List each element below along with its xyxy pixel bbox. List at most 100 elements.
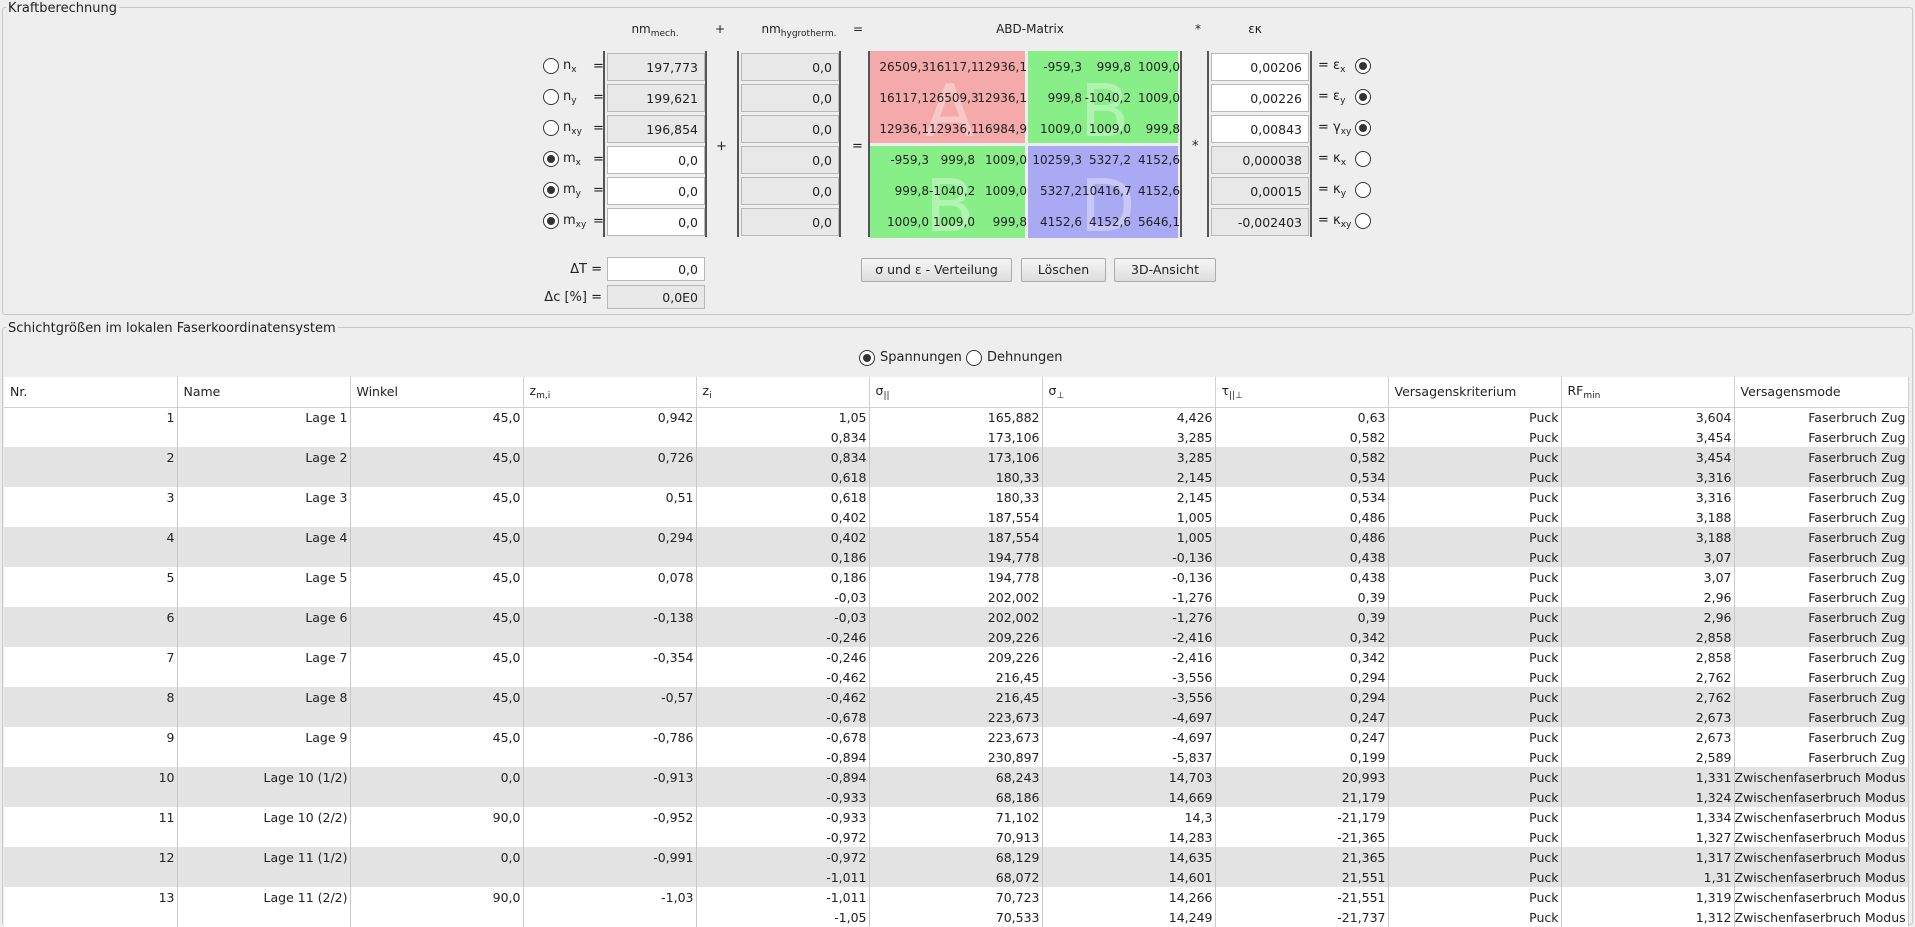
table-row[interactable]: 1 Lage 1 45,0 0,942 1,05 165,882 4,426 0,63 Puck… [4,407,1909,427]
table-row[interactable]: 8 Lage 8 45,0 -0,57 -0,462 216,45 -3,556 0,294 P… [4,687,1909,707]
column-header[interactable]: Name [177,377,351,408]
mech-load-input[interactable]: 0,0 [607,208,705,236]
column-header[interactable]: Nr. [4,377,178,408]
strain-select-radio[interactable] [1355,151,1371,167]
strain-curvature-value[interactable]: 0,00226 [1211,84,1309,112]
table-row[interactable]: 12 Lage 11 (1/2) 0,0 -0,991 -0,972 68,129 14,6… [4,847,1909,867]
table-cell: Lage 10 (2/2) [177,807,351,827]
table-row[interactable]: 3 Lage 3 45,0 0,51 0,618 180,33 2,145 0,534 Puck… [4,487,1909,507]
table-cell: Lage 8 [177,687,351,707]
abd-matrix-cell: 10259,3 [1032,153,1082,167]
table-cell [177,667,351,687]
clear-button[interactable]: Löschen [1021,258,1106,282]
strain-curvature-value[interactable]: 0,00206 [1211,53,1309,81]
table-cell: 0,582 [1215,427,1389,447]
table-cell: -1,03 [523,887,697,907]
column-header[interactable]: zi [696,377,870,408]
strain-select-radio[interactable] [1355,213,1371,229]
strains-radio[interactable] [966,350,982,366]
load-select-radio[interactable] [543,120,559,136]
mech-load-input[interactable]: 0,0 [607,146,705,174]
strain-select-radio[interactable] [1355,89,1371,105]
mech-bracket-right [705,51,707,237]
table-cell: 0,834 [696,447,870,467]
table-row[interactable]: -0,933 68,186 14,669 21,179 Puck 1,324 Zwische… [4,787,1909,807]
table-row[interactable]: 5 Lage 5 45,0 0,078 0,186 194,778 -0,136 0,438 P… [4,567,1909,587]
table-row[interactable]: 6 Lage 6 45,0 -0,138 -0,03 202,002 -1,276 0,39 P… [4,607,1909,627]
table-row[interactable]: 7 Lage 7 45,0 -0,354 -0,246 209,226 -2,416 0,34… [4,647,1909,667]
column-header[interactable]: Winkel [350,377,524,408]
column-header[interactable]: Versagenskriterium [1388,377,1562,408]
hygro-load-input[interactable]: 0,0 [741,208,839,236]
load-select-radio[interactable] [543,89,559,105]
table-cell: 45,0 [350,407,524,427]
abd-matrix-cell: 12936,1 [977,91,1027,105]
table-row[interactable]: 13 Lage 11 (2/2) 90,0 -1,03 -1,011 70,723 14,2… [4,887,1909,907]
strain-select-radio[interactable] [1355,182,1371,198]
delta-t-input[interactable]: 0,0 [607,257,705,281]
hygro-load-input[interactable]: 0,0 [741,84,839,112]
column-header[interactable]: zm,i [523,377,697,408]
stresses-radio-label[interactable]: Spannungen [880,350,962,366]
table-cell: Lage 6 [177,607,351,627]
table-row[interactable]: -0,972 70,913 14,283 -21,365 Puck 1,327 Zwisch… [4,827,1909,847]
strains-radio-label[interactable]: Dehnungen [987,350,1062,366]
table-cell: Zwischenfaserbruch Modus A [1734,867,1909,887]
table-row[interactable]: -0,678 223,673 -4,697 0,247 Puck 2,673 Faserbr… [4,707,1909,727]
hygro-load-input[interactable]: 0,0 [741,53,839,81]
equals-sign: = [593,90,604,105]
table-row[interactable]: 0,186 194,778 -0,136 0,438 Puck 3,07 Faserbruc… [4,547,1909,567]
table-row[interactable]: -1,011 68,072 14,601 21,551 Puck 1,31 Zwischen… [4,867,1909,887]
table-row[interactable]: 0,618 180,33 2,145 0,534 Puck 3,316 Faserbruch… [4,467,1909,487]
strain-curvature-value[interactable]: 0,000038 [1211,146,1309,174]
mech-load-input[interactable]: 0,0 [607,177,705,205]
hygro-load-input[interactable]: 0,0 [741,146,839,174]
table-row[interactable]: 0,402 187,554 1,005 0,486 Puck 3,188 Faserbruc… [4,507,1909,527]
table-cell: 0,0 [350,767,524,787]
mech-load-input[interactable]: 199,621 [607,84,705,112]
load-select-radio[interactable] [543,151,559,167]
column-header[interactable]: σ⊥ [1042,377,1216,408]
hygro-load-input[interactable]: 0,0 [741,115,839,143]
strain-curvature-value[interactable]: 0,00015 [1211,177,1309,205]
hygro-load-input[interactable]: 0,0 [741,177,839,205]
load-select-radio[interactable] [543,182,559,198]
table-cell: Puck [1388,447,1562,467]
strain-curvature-value[interactable]: 0,00843 [1211,115,1309,143]
table-cell [4,507,178,527]
strain-select-radio[interactable] [1355,120,1371,136]
mech-load-input[interactable]: 196,854 [607,115,705,143]
times-sign: * [1192,139,1199,154]
table-row[interactable]: 2 Lage 2 45,0 0,726 0,834 173,106 3,285 0,582 Pu… [4,447,1909,467]
table-cell: Puck [1388,907,1562,927]
abd-matrix-cell: 26509,3 [879,60,929,74]
column-header[interactable]: RFmin [1561,377,1735,408]
table-row[interactable]: -1,05 70,533 14,249 -21,737 Puck 1,312 Zwische… [4,907,1909,927]
strain-curvature-value[interactable]: -0,002403 [1211,208,1309,236]
table-cell: 2,589 [1561,747,1735,767]
table-cell: 1,331 [1561,767,1735,787]
table-cell: -0,462 [696,667,870,687]
table-row[interactable]: 4 Lage 4 45,0 0,294 0,402 187,554 1,005 0,486 Pu… [4,527,1909,547]
table-row[interactable]: 11 Lage 10 (2/2) 90,0 -0,952 -0,933 71,102 14,… [4,807,1909,827]
table-row[interactable]: -0,246 209,226 -2,416 0,342 Puck 2,858 Faserbr… [4,627,1909,647]
table-row[interactable]: -0,03 202,002 -1,276 0,39 Puck 2,96 Faserbruch… [4,587,1909,607]
strain-select-radio[interactable] [1355,58,1371,74]
load-select-radio[interactable] [543,213,559,229]
table-row[interactable]: 0,834 173,106 3,285 0,582 Puck 3,454 Faserbruc… [4,427,1909,447]
load-select-radio[interactable] [543,58,559,74]
quadrant-letter-b-lower: B [925,164,975,248]
table-row[interactable]: -0,462 216,45 -3,556 0,294 Puck 2,762 Faserbru… [4,667,1909,687]
delta-c-input[interactable]: 0,0E0 [607,285,705,309]
table-row[interactable]: 9 Lage 9 45,0 -0,786 -0,678 223,673 -4,697 0,24… [4,727,1909,747]
mech-load-input[interactable]: 197,773 [607,53,705,81]
stresses-radio[interactable] [859,350,875,366]
plus-sign: + [716,139,727,154]
table-row[interactable]: -0,894 230,897 -5,837 0,199 Puck 2,589 Faserbr… [4,747,1909,767]
column-header[interactable]: Versagensmode [1734,377,1909,408]
3d-view-button[interactable]: 3D-Ansicht [1114,258,1216,282]
table-row[interactable]: 10 Lage 10 (1/2) 0,0 -0,913 -0,894 68,243 14,7… [4,767,1909,787]
column-header[interactable]: σ|| [869,377,1043,408]
column-header[interactable]: τ||⊥ [1215,377,1389,408]
stress-strain-distribution-button[interactable]: σ und ε - Verteilung [861,258,1012,282]
